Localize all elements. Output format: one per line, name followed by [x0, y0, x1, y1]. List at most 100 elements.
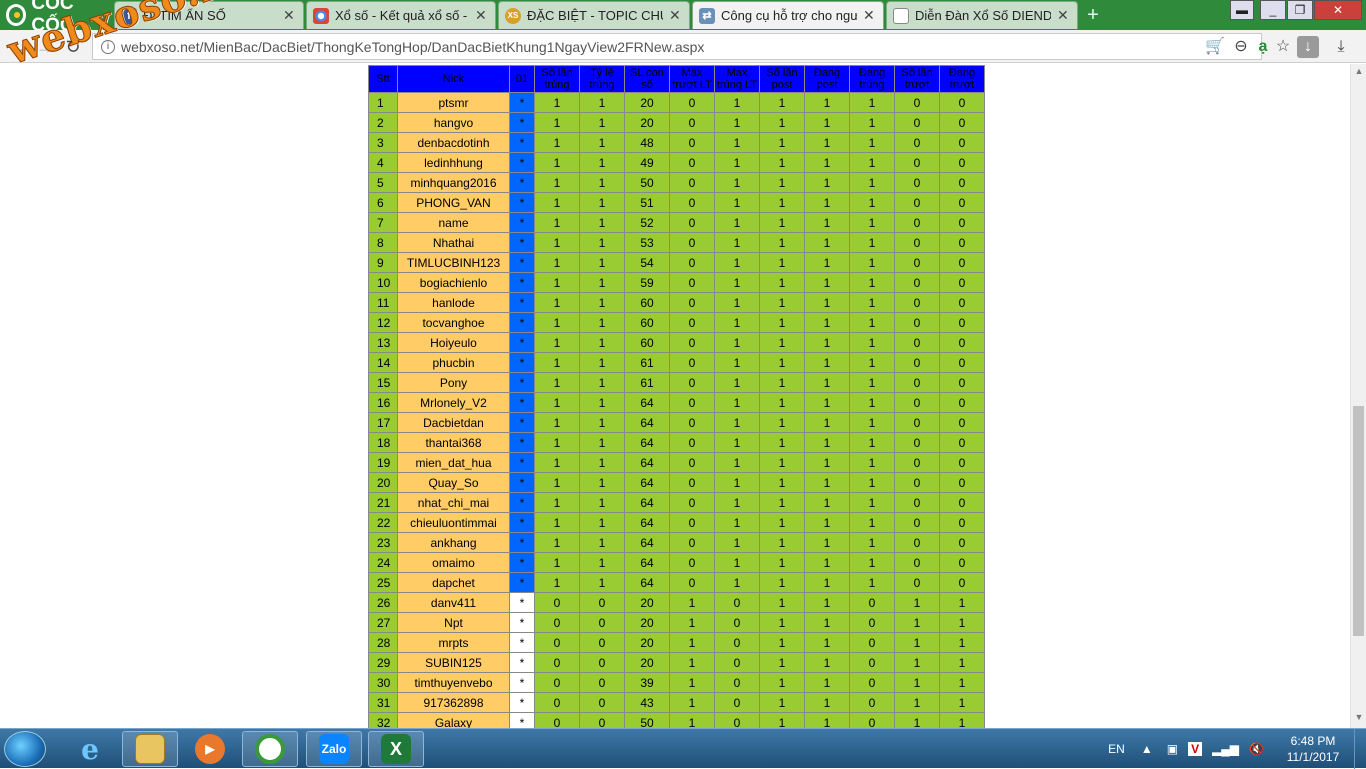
- value-cell: 0: [534, 592, 580, 613]
- coccoc-icon[interactable]: [242, 731, 298, 767]
- taskbar: e ▶ Zalo X EN ▲ ▣ V ▂▄▆ 🔇 6:48 PM 11/1/2…: [0, 728, 1366, 769]
- value-cell: 0: [939, 132, 985, 153]
- value-cell: 1: [579, 512, 625, 533]
- value-cell: 1: [579, 492, 625, 513]
- value-cell: 1: [804, 532, 850, 553]
- value-cell: 0: [894, 332, 940, 353]
- device-icon[interactable]: ▣: [1167, 742, 1178, 756]
- menu-icon[interactable]: ▬: [1230, 0, 1254, 20]
- internet-explorer-icon[interactable]: e: [62, 731, 118, 767]
- value-cell: 0: [534, 692, 580, 713]
- table-row: 5 minhquang2016 * 1 1 50 0 1 1 1 1 0 0: [368, 172, 985, 193]
- maximize-icon[interactable]: ❐: [1287, 0, 1313, 20]
- value-cell: 1: [849, 372, 895, 393]
- close-icon[interactable]: ✕: [1057, 7, 1069, 24]
- zoom-icon[interactable]: ⊖: [1230, 36, 1252, 58]
- value-cell: 1: [579, 112, 625, 133]
- value-cell: 0: [669, 212, 715, 233]
- value-cell: 1: [714, 332, 760, 353]
- table-row: 25 dapchet * 1 1 64 0 1 1 1 1 0 0: [368, 572, 985, 593]
- start-button[interactable]: [4, 731, 46, 767]
- value-cell: 1: [579, 452, 625, 473]
- media-player-icon[interactable]: ▶: [182, 731, 238, 767]
- scroll-up-icon[interactable]: ▲: [1351, 66, 1366, 80]
- tab-5[interactable]: Diễn Đàn Xổ Số DIENDAN ✕: [886, 1, 1078, 29]
- mark-cell: *: [509, 652, 535, 673]
- value-cell: 1: [759, 152, 805, 173]
- value-cell: 1: [534, 412, 580, 433]
- value-cell: 1: [759, 672, 805, 693]
- value-cell: 20: [624, 112, 670, 133]
- tray-expand-icon[interactable]: ▲: [1141, 742, 1153, 756]
- value-cell: 1: [579, 312, 625, 333]
- value-cell: 20: [624, 652, 670, 673]
- value-cell: 1: [759, 332, 805, 353]
- row-number: 5: [368, 172, 398, 193]
- value-cell: 1: [759, 292, 805, 313]
- value-cell: 1: [534, 492, 580, 513]
- value-cell: 0: [894, 112, 940, 133]
- clock[interactable]: 6:48 PM 11/1/2017: [1278, 733, 1348, 765]
- url-input[interactable]: i webxoso.net/MienBac/DacBiet/ThongKeTon…: [92, 33, 1262, 60]
- value-cell: 0: [669, 152, 715, 173]
- tab-3[interactable]: XS ĐẶC BIỆT - TOPIC CHUYÊN ✕: [498, 1, 690, 29]
- value-cell: 0: [939, 172, 985, 193]
- close-icon[interactable]: ✕: [863, 7, 875, 24]
- file-explorer-icon[interactable]: [122, 731, 178, 767]
- nick-cell: hangvo: [397, 112, 510, 133]
- mark-cell: *: [509, 472, 535, 493]
- value-cell: 1: [849, 432, 895, 453]
- value-cell: 43: [624, 692, 670, 713]
- value-cell: 1: [894, 712, 940, 728]
- close-icon[interactable]: ✕: [283, 7, 295, 24]
- savior-download-icon[interactable]: ↓: [1297, 36, 1319, 58]
- column-header: Nick: [397, 65, 510, 93]
- value-cell: 1: [534, 212, 580, 233]
- close-icon[interactable]: ✕: [475, 7, 487, 24]
- value-cell: 1: [579, 332, 625, 353]
- zalo-icon[interactable]: Zalo: [306, 731, 362, 767]
- row-number: 30: [368, 672, 398, 693]
- value-cell: 1: [849, 512, 895, 533]
- value-cell: 60: [624, 312, 670, 333]
- value-cell: 1: [534, 172, 580, 193]
- nick-cell: name: [397, 212, 510, 233]
- volume-muted-icon[interactable]: 🔇: [1249, 742, 1264, 756]
- cart-icon[interactable]: 🛒: [1204, 36, 1226, 58]
- close-icon[interactable]: ✕: [669, 7, 681, 24]
- new-tab-icon[interactable]: +: [1083, 5, 1103, 25]
- value-cell: 0: [939, 192, 985, 213]
- tab-2[interactable]: Xổ số - Kết quả xổ số - Trực ✕: [306, 1, 496, 29]
- value-cell: 1: [534, 372, 580, 393]
- downloads-icon[interactable]: ⤓: [1330, 36, 1352, 58]
- minimize-icon[interactable]: _: [1260, 0, 1286, 20]
- value-cell: 1: [714, 212, 760, 233]
- close-window-icon[interactable]: ✕: [1314, 0, 1362, 20]
- column-header: Tỷ lệ trúng: [579, 65, 625, 93]
- value-cell: 1: [579, 132, 625, 153]
- value-cell: 1: [849, 412, 895, 433]
- language-indicator[interactable]: EN: [1108, 742, 1125, 756]
- value-cell: 0: [669, 552, 715, 573]
- tab-4-active[interactable]: ⇄ Công cụ hỗ trợ cho người ✕: [692, 1, 884, 29]
- scrollbar-thumb[interactable]: [1353, 406, 1364, 636]
- value-cell: 0: [939, 152, 985, 173]
- value-cell: 1: [669, 672, 715, 693]
- spellcheck-icon[interactable]: ạ: [1252, 36, 1274, 58]
- signal-icon[interactable]: ▂▄▆: [1212, 742, 1239, 756]
- show-desktop-button[interactable]: [1354, 729, 1366, 769]
- vietkey-icon[interactable]: V: [1188, 742, 1203, 756]
- value-cell: 1: [759, 512, 805, 533]
- bookmark-star-icon[interactable]: ☆: [1272, 36, 1294, 58]
- value-cell: 1: [759, 692, 805, 713]
- value-cell: 0: [894, 392, 940, 413]
- row-number: 8: [368, 232, 398, 253]
- value-cell: 1: [579, 572, 625, 593]
- value-cell: 0: [669, 112, 715, 133]
- excel-icon[interactable]: X: [368, 731, 424, 767]
- value-cell: 1: [714, 372, 760, 393]
- value-cell: 0: [669, 292, 715, 313]
- row-number: 12: [368, 312, 398, 333]
- scroll-down-icon[interactable]: ▼: [1351, 712, 1366, 726]
- vertical-scrollbar[interactable]: ▲ ▼: [1350, 64, 1366, 728]
